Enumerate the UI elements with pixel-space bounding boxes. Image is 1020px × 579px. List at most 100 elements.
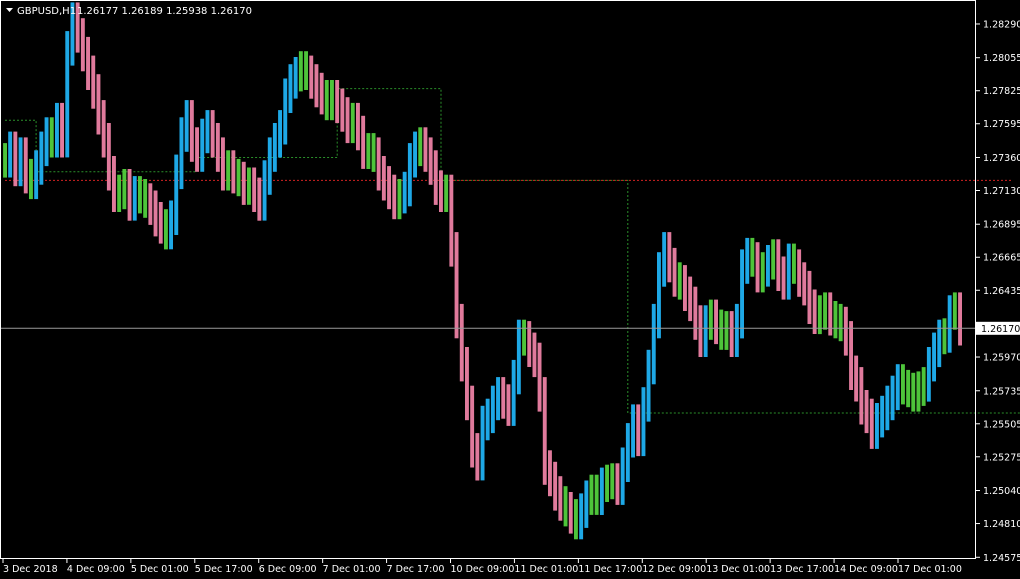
price-bar xyxy=(210,110,215,158)
price-bar xyxy=(714,299,718,345)
price-chart[interactable]: 1.28290 1.28055 1.27825 1.27595 1.27360 1.271… xyxy=(0,0,1020,579)
price-bar xyxy=(766,245,770,287)
price-bar xyxy=(304,51,308,90)
price-bar xyxy=(195,127,199,172)
price-bar xyxy=(226,150,231,191)
price-bar xyxy=(703,305,708,357)
price-bar xyxy=(584,480,589,528)
price-bar xyxy=(96,74,101,135)
price-bar xyxy=(895,364,900,411)
price-bar xyxy=(418,127,423,167)
price-bar xyxy=(625,423,630,482)
price-bar xyxy=(932,332,936,382)
price-bar xyxy=(215,123,220,172)
price-bar xyxy=(262,160,267,221)
price-bar xyxy=(252,167,257,212)
price-bar xyxy=(947,295,952,353)
price-bar xyxy=(132,176,137,221)
price-bar xyxy=(397,179,402,220)
y-tick-label: 1.27360 xyxy=(983,153,1020,164)
x-tick-label: 6 Dec 09:00 xyxy=(259,564,317,575)
price-bar xyxy=(781,256,786,300)
price-bar xyxy=(885,385,890,431)
price-bar xyxy=(86,36,90,90)
price-bar xyxy=(926,347,931,402)
y-tick-label: 1.27595 xyxy=(983,119,1020,130)
price-bar xyxy=(662,232,667,287)
price-bar xyxy=(792,243,796,284)
price-bar xyxy=(849,321,853,390)
price-bar xyxy=(449,174,454,267)
price-bar xyxy=(169,200,173,250)
x-tick-label: 14 Dec 09:00 xyxy=(834,564,898,575)
price-bar xyxy=(13,131,18,187)
price-bar xyxy=(174,154,179,235)
price-bar xyxy=(755,242,760,293)
x-tick-label: 11 Dec 17:00 xyxy=(578,564,642,575)
price-bar xyxy=(314,64,319,108)
price-bar xyxy=(293,57,298,99)
price-bar xyxy=(112,156,116,212)
price-bar xyxy=(522,319,526,356)
price-bar xyxy=(646,349,651,422)
price-bar xyxy=(34,150,39,200)
price-bar xyxy=(574,499,578,540)
price-bar xyxy=(906,369,911,408)
price-bar xyxy=(734,303,739,357)
current-price-marker: 1.26170 xyxy=(976,321,1020,335)
y-tick-label: 1.25505 xyxy=(983,419,1020,430)
price-bar xyxy=(330,80,334,121)
price-bar xyxy=(236,158,241,197)
y-tick-label: 1.26895 xyxy=(983,220,1020,231)
price-bar xyxy=(433,150,438,205)
price-bar xyxy=(8,131,13,178)
price-bar xyxy=(392,174,397,220)
price-bar xyxy=(106,123,111,191)
price-bar xyxy=(428,137,433,185)
x-tick-label: 12 Dec 09:00 xyxy=(642,564,706,575)
price-bar xyxy=(381,156,386,201)
price-bar xyxy=(615,463,620,505)
price-bar xyxy=(23,137,28,194)
price-bar xyxy=(127,169,132,221)
price-bar xyxy=(594,474,599,515)
ohlc-readout: 1.26177 1.26189 1.25938 1.26170 xyxy=(77,6,252,17)
price-bar xyxy=(143,179,148,218)
y-tick-label: 1.27130 xyxy=(983,186,1020,197)
price-bar xyxy=(843,306,848,356)
price-bar xyxy=(864,390,869,434)
x-tick-label: 5 Dec 01:00 xyxy=(131,564,189,575)
price-bar xyxy=(605,464,609,502)
price-bar xyxy=(231,150,236,194)
price-bar xyxy=(901,364,905,405)
price-bar xyxy=(101,100,106,158)
price-bar xyxy=(80,18,85,72)
price-bar xyxy=(413,131,417,178)
y-tick-label: 1.24575 xyxy=(983,553,1020,564)
price-bar xyxy=(610,463,615,500)
symbol-label[interactable]: GBPUSD,H1 xyxy=(17,6,76,17)
y-tick-label: 1.25970 xyxy=(983,353,1020,364)
price-bar xyxy=(532,332,537,378)
price-bar xyxy=(376,137,381,191)
price-bar xyxy=(719,309,724,350)
price-bar xyxy=(921,367,926,406)
price-bar xyxy=(651,303,656,385)
price-bar xyxy=(60,102,64,158)
price-bar xyxy=(708,299,713,340)
y-tick-label: 1.28290 xyxy=(983,19,1020,30)
price-bar xyxy=(589,474,594,515)
y-tick-label: 1.25735 xyxy=(983,386,1020,397)
price-bar xyxy=(402,171,407,214)
price-bar xyxy=(937,319,942,368)
y-tick-label: 1.27825 xyxy=(983,86,1020,97)
price-bar xyxy=(65,31,70,158)
price-bar xyxy=(698,305,703,357)
price-bar xyxy=(200,118,205,172)
price-bar xyxy=(387,166,391,210)
price-bar xyxy=(423,127,428,172)
price-bar xyxy=(444,174,449,212)
price-bar xyxy=(677,262,682,300)
price-bar xyxy=(729,311,734,357)
price-bar xyxy=(688,276,693,322)
